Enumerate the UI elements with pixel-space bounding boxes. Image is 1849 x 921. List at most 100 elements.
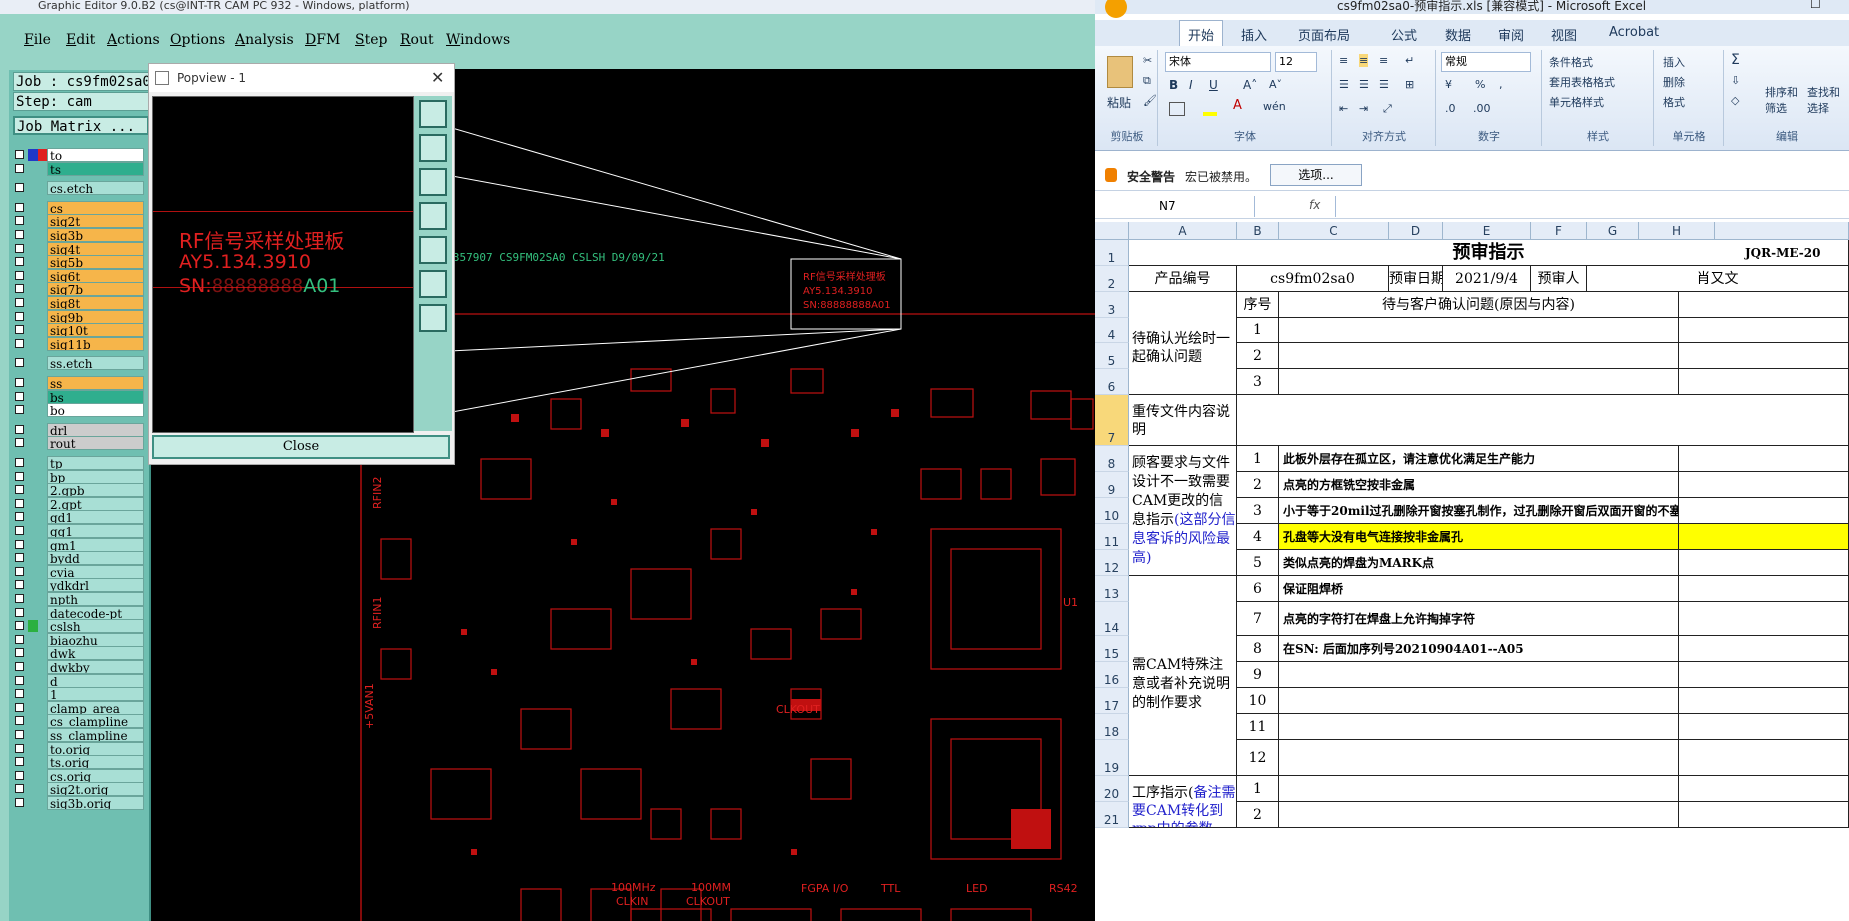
layer-row-sig8t[interactable]: sig8t [13, 296, 144, 310]
layer-row-gm1[interactable]: gm1 [13, 537, 144, 552]
row-header[interactable]: 3 [1095, 292, 1129, 318]
increase-decimal-icon[interactable]: .0 [1445, 102, 1456, 115]
item-text[interactable] [1279, 318, 1679, 343]
cell[interactable] [1679, 292, 1849, 318]
layer-checkbox[interactable] [15, 183, 24, 193]
date-label[interactable]: 预审日期 [1389, 266, 1443, 292]
row-header[interactable]: 9 [1095, 472, 1129, 498]
cell[interactable] [1679, 472, 1849, 498]
layer-row-1[interactable]: 1 [13, 687, 144, 702]
conditional-format-button[interactable]: 条件格式 [1549, 54, 1593, 70]
fill-icon[interactable]: ⇩ [1731, 74, 1740, 87]
row-header[interactable]: 5 [1095, 343, 1129, 369]
wrap-text-icon[interactable]: ↵ [1405, 54, 1414, 67]
security-options-button[interactable]: 选项... [1270, 164, 1362, 186]
align-bottom-icon[interactable]: ≡ [1379, 54, 1388, 67]
copy-icon[interactable]: ⧉ [1143, 74, 1151, 88]
layer-row-sig2t-orig[interactable]: sig2t.orig [13, 782, 144, 797]
layer-row-2-gpb[interactable]: 2.gpb [13, 483, 144, 498]
layer-checkbox[interactable] [15, 458, 24, 467]
layer-checkbox[interactable] [15, 784, 24, 794]
layer-checkbox[interactable] [15, 257, 24, 267]
popview-close-button[interactable]: Close [152, 435, 450, 459]
bold-icon[interactable]: B [1169, 78, 1178, 92]
row-header[interactable]: 19 [1095, 740, 1129, 776]
cell[interactable] [1679, 714, 1849, 740]
layer-checkbox[interactable] [15, 770, 24, 780]
layer-checkbox[interactable] [15, 648, 24, 658]
merge-center-icon[interactable]: ⊞ [1405, 78, 1414, 91]
decrease-decimal-icon[interactable]: .00 [1473, 102, 1491, 115]
layer-checkbox[interactable] [15, 798, 24, 807]
row-header[interactable]: 20 [1095, 776, 1129, 802]
italic-icon[interactable]: I [1189, 78, 1193, 92]
item-number[interactable]: 7 [1237, 602, 1279, 636]
menu-analysis[interactable]: Analysis [235, 32, 294, 48]
item-text[interactable]: 点亮的字符打在焊盘上允许掏掉字符 [1279, 602, 1679, 636]
tab-review[interactable]: 审阅 [1498, 25, 1524, 44]
layer-row-to[interactable]: to [13, 148, 144, 162]
cell[interactable] [1679, 662, 1849, 688]
layer-checkbox[interactable] [15, 202, 24, 212]
group-label[interactable]: 待确认光绘时一起确认问题 [1129, 292, 1237, 395]
font-name-dropdown[interactable]: 宋体 [1165, 52, 1271, 72]
font-color-icon[interactable]: A [1233, 98, 1242, 113]
layer-checkbox[interactable] [15, 730, 24, 739]
layer-checkbox[interactable] [15, 325, 24, 335]
layer-row-clamp-area[interactable]: clamp_area [13, 700, 144, 715]
paste-icon[interactable] [1107, 56, 1133, 88]
column-header[interactable]: C [1279, 222, 1389, 240]
job-matrix-button[interactable]: Job Matrix ... [13, 116, 149, 135]
layer-checkbox[interactable] [15, 378, 24, 387]
align-top-icon[interactable]: ≡ [1339, 54, 1348, 67]
pending-header[interactable]: 待与客户确认问题(原因与内容) [1279, 292, 1679, 318]
menu-rout[interactable]: Rout [400, 32, 434, 48]
layer-row-cs-clampline[interactable]: cs_clampline [13, 714, 144, 729]
layer-checkbox[interactable] [15, 526, 24, 535]
layer-row-sig2t[interactable]: sig2t [13, 214, 144, 229]
reviewer-value[interactable]: 肖又文 [1587, 266, 1849, 292]
menu-dfm[interactable]: DFM [305, 32, 340, 48]
number-format-dropdown[interactable]: 常规 [1441, 52, 1531, 72]
layer-checkbox[interactable] [15, 566, 24, 576]
fill-color-icon[interactable] [1203, 112, 1217, 116]
layer-checkbox[interactable] [15, 675, 24, 685]
layer-row-npth[interactable]: npth [13, 592, 144, 606]
layer-row-cs-orig[interactable]: cs.orig [13, 768, 144, 783]
format-cells-button[interactable]: 格式 [1663, 94, 1685, 110]
item-text[interactable] [1279, 343, 1679, 369]
row-header[interactable]: 11 [1095, 524, 1129, 550]
borders-icon[interactable] [1169, 102, 1185, 116]
column-header[interactable]: G [1587, 222, 1639, 240]
layer-row-ts[interactable]: ts [13, 161, 144, 176]
item-number[interactable]: 9 [1237, 662, 1279, 688]
format-as-table-button[interactable]: 套用表格格式 [1549, 74, 1615, 90]
underline-icon[interactable]: U [1209, 78, 1218, 92]
cell[interactable] [1679, 550, 1849, 576]
popview-title-bar[interactable]: Popview - 1 ✕ [149, 64, 454, 92]
layer-row-sig3b-orig[interactable]: sig3b.orig [13, 796, 144, 810]
layer-row-ss-etch[interactable]: ss.etch [13, 356, 144, 371]
tab-view[interactable]: 视图 [1551, 25, 1577, 44]
cell[interactable] [1679, 740, 1849, 776]
layer-checkbox[interactable] [15, 607, 24, 617]
layer-checkbox[interactable] [15, 471, 24, 481]
paste-button[interactable]: 粘贴 [1107, 94, 1131, 111]
align-center-icon[interactable]: ☰ [1359, 78, 1369, 91]
row-header[interactable]: 2 [1095, 266, 1129, 292]
tab-formulas[interactable]: 公式 [1391, 25, 1417, 44]
layer-row-ss[interactable]: ss [13, 376, 144, 390]
layer-row-cslsh[interactable]: cslsh [13, 619, 144, 634]
layer-row-sig7b[interactable]: sig7b [13, 282, 144, 297]
phonetic-icon[interactable]: wén [1263, 100, 1286, 113]
item-number[interactable]: 2 [1237, 472, 1279, 498]
row-header[interactable]: 4 [1095, 318, 1129, 343]
select-all-corner[interactable] [1095, 222, 1129, 240]
row-header[interactable]: 10 [1095, 498, 1129, 524]
row-header[interactable]: 14 [1095, 602, 1129, 636]
cell[interactable] [1679, 446, 1849, 472]
row-header[interactable]: 6 [1095, 369, 1129, 395]
pan-left-icon[interactable] [419, 202, 447, 230]
row-header[interactable]: 12 [1095, 550, 1129, 576]
item-number[interactable]: 3 [1237, 498, 1279, 524]
